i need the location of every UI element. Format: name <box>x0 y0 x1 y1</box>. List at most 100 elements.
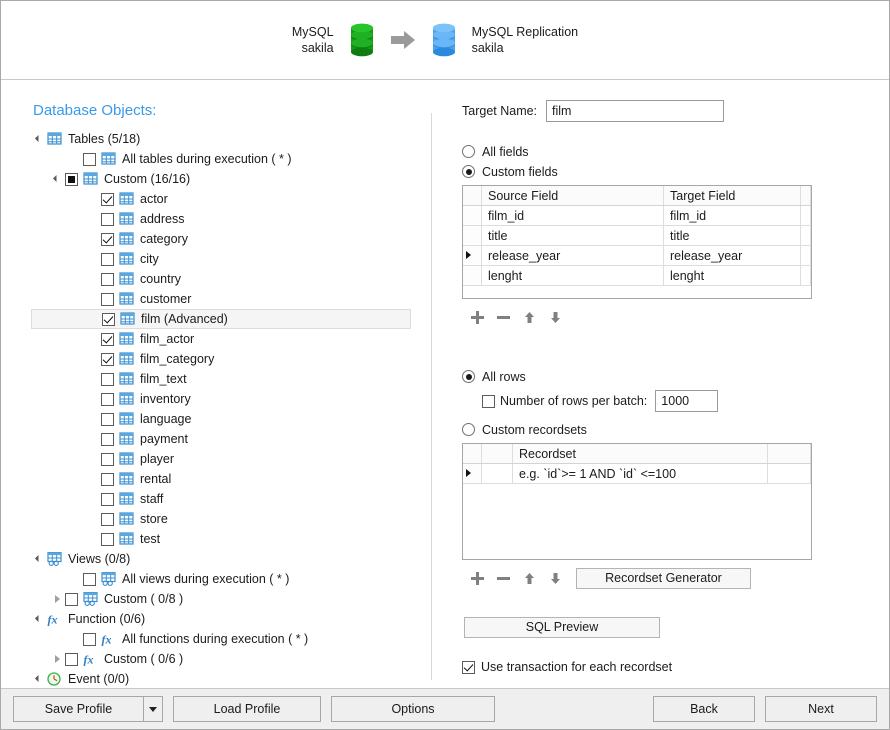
tree-item[interactable]: city <box>33 249 419 269</box>
table-row[interactable]: titletitle <box>463 226 811 246</box>
tree-item-checkbox[interactable] <box>101 373 114 386</box>
tree-item-checkbox[interactable] <box>101 413 114 426</box>
collapse-arrow-icon[interactable] <box>33 611 47 627</box>
column-header[interactable]: Source Field <box>482 186 664 206</box>
remove-icon[interactable] <box>497 572 510 585</box>
move-down-icon[interactable] <box>549 572 562 585</box>
tree-item-checkbox[interactable] <box>65 593 78 606</box>
recordset-flag-cell[interactable] <box>482 464 513 484</box>
all-fields-radio[interactable] <box>462 145 475 158</box>
current-row-indicator-icon[interactable] <box>463 246 482 266</box>
tree-item-checkbox[interactable] <box>101 213 114 226</box>
all-fields-radio-row[interactable]: All fields <box>462 142 855 161</box>
database-objects-tree[interactable]: Tables (5/18)All tables during execution… <box>1 129 431 689</box>
tree-item[interactable]: Custom (16/16) <box>33 169 419 189</box>
tree-item-checkbox[interactable] <box>101 273 114 286</box>
tree-item[interactable]: actor <box>33 189 419 209</box>
tree-item[interactable]: Custom ( 0/8 ) <box>33 589 419 609</box>
tree-item-checkbox[interactable] <box>101 473 114 486</box>
tree-item[interactable]: fxAll functions during execution ( * ) <box>33 629 419 649</box>
source-field-cell[interactable]: release_year <box>482 246 664 266</box>
tree-item-checkbox[interactable] <box>101 293 114 306</box>
tree-item[interactable]: fxFunction (0/6) <box>33 609 419 629</box>
tree-item-checkbox[interactable] <box>65 653 78 666</box>
recordset-cell[interactable]: e.g. `id`>= 1 AND `id` <=100 <box>513 464 768 484</box>
source-field-cell[interactable]: lenght <box>482 266 664 286</box>
collapse-arrow-icon[interactable] <box>33 551 47 567</box>
custom-recordsets-radio-row[interactable]: Custom recordsets <box>462 420 855 439</box>
sql-preview-button[interactable]: SQL Preview <box>464 617 660 638</box>
tree-item[interactable]: fxCustom ( 0/6 ) <box>33 649 419 669</box>
tree-item-checkbox[interactable] <box>102 313 115 326</box>
all-rows-radio[interactable] <box>462 370 475 383</box>
next-button[interactable]: Next <box>765 696 877 722</box>
table-row[interactable]: film_idfilm_id <box>463 206 811 226</box>
target-field-cell[interactable]: release_year <box>664 246 801 266</box>
tree-item[interactable]: staff <box>33 489 419 509</box>
tree-item-checkbox[interactable] <box>101 393 114 406</box>
row-selector-cell[interactable] <box>463 266 482 286</box>
tree-item-checkbox[interactable] <box>101 493 114 506</box>
all-rows-radio-row[interactable]: All rows <box>462 367 855 386</box>
transaction-row[interactable]: Use transaction for each recordset <box>462 658 855 676</box>
custom-recordsets-radio[interactable] <box>462 423 475 436</box>
target-field-cell[interactable]: film_id <box>664 206 801 226</box>
remove-icon[interactable] <box>497 311 510 324</box>
tree-item[interactable]: category <box>33 229 419 249</box>
tree-item[interactable]: rental <box>33 469 419 489</box>
column-header[interactable]: Recordset <box>513 444 768 464</box>
tree-item[interactable]: test <box>33 529 419 549</box>
back-button[interactable]: Back <box>653 696 755 722</box>
tree-item[interactable]: All tables during execution ( * ) <box>33 149 419 169</box>
source-field-cell[interactable]: film_id <box>482 206 664 226</box>
collapse-arrow-icon[interactable] <box>51 171 65 187</box>
save-profile-dropdown-button[interactable] <box>143 697 162 721</box>
move-up-icon[interactable] <box>523 311 536 324</box>
tree-item-checkbox[interactable] <box>101 333 114 346</box>
tree-item[interactable]: language <box>33 409 419 429</box>
source-field-cell[interactable]: title <box>482 226 664 246</box>
tree-item-checkbox[interactable] <box>101 533 114 546</box>
move-down-icon[interactable] <box>549 311 562 324</box>
tree-item-checkbox[interactable] <box>101 193 114 206</box>
batch-checkbox[interactable] <box>482 395 495 408</box>
collapse-arrow-icon[interactable] <box>33 671 47 687</box>
custom-fields-radio[interactable] <box>462 165 475 178</box>
tree-item[interactable]: payment <box>33 429 419 449</box>
target-field-cell[interactable]: lenght <box>664 266 801 286</box>
current-row-indicator-icon[interactable] <box>463 464 482 484</box>
options-button[interactable]: Options <box>331 696 495 722</box>
tree-item[interactable]: store <box>33 509 419 529</box>
tree-item[interactable]: film_text <box>33 369 419 389</box>
tree-item-checkbox[interactable] <box>101 233 114 246</box>
tree-item[interactable]: film_actor <box>33 329 419 349</box>
tree-item-checkbox[interactable] <box>83 153 96 166</box>
tree-item[interactable]: film (Advanced) <box>31 309 411 329</box>
recordset-toolbar[interactable] <box>471 569 562 589</box>
tree-item[interactable]: All views during execution ( * ) <box>33 569 419 589</box>
column-header[interactable]: Target Field <box>664 186 801 206</box>
tree-item[interactable]: Views (0/8) <box>33 549 419 569</box>
target-field-cell[interactable]: title <box>664 226 801 246</box>
move-up-icon[interactable] <box>523 572 536 585</box>
expand-arrow-icon[interactable] <box>51 651 65 667</box>
collapse-arrow-icon[interactable] <box>33 131 47 147</box>
tree-item-checkbox[interactable] <box>65 173 78 186</box>
load-profile-button[interactable]: Load Profile <box>173 696 321 722</box>
target-name-input[interactable] <box>546 100 724 122</box>
custom-fields-radio-row[interactable]: Custom fields <box>462 162 855 181</box>
batch-size-input[interactable] <box>655 390 718 412</box>
tree-item-checkbox[interactable] <box>101 513 114 526</box>
tree-item-checkbox[interactable] <box>101 433 114 446</box>
fields-grid[interactable]: Source FieldTarget Fieldfilm_idfilm_idti… <box>462 185 812 299</box>
add-icon[interactable] <box>471 572 484 585</box>
save-profile-button[interactable]: Save Profile <box>13 696 163 722</box>
tree-item[interactable]: player <box>33 449 419 469</box>
table-row[interactable]: e.g. `id`>= 1 AND `id` <=100 <box>463 464 811 484</box>
tree-item-checkbox[interactable] <box>101 353 114 366</box>
row-selector-cell[interactable] <box>463 226 482 246</box>
transaction-checkbox[interactable] <box>462 661 475 674</box>
tree-item-checkbox[interactable] <box>101 253 114 266</box>
recordset-generator-button[interactable]: Recordset Generator <box>576 568 751 589</box>
recordset-grid[interactable]: Recordsete.g. `id`>= 1 AND `id` <=100 <box>462 443 812 560</box>
